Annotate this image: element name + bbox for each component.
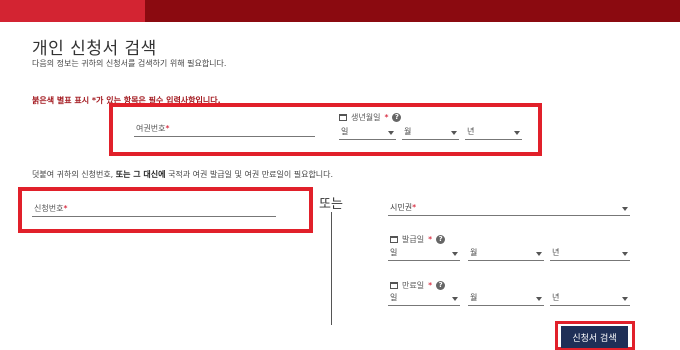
chevron-down-icon [622,252,628,256]
page-title: 개인 신청서 검색 [32,39,157,59]
issue-month-value: 월 [470,248,478,257]
expiry-date-label: 만료일 [402,281,425,290]
required-mark: * [63,204,68,213]
required-mark: * [428,235,433,244]
application-number-label: 신청번호 [34,204,64,213]
chevron-down-icon [452,297,458,301]
or-separator: 또는 [319,197,343,212]
expiry-month-select[interactable]: 월 [468,292,544,306]
issue-year-value: 년 [552,248,560,257]
birth-month-select[interactable]: 월 [402,126,459,140]
issue-day-select[interactable]: 일 [388,247,460,261]
help-icon[interactable]: ? [392,113,402,122]
search-application-button[interactable]: 신청서 검색 [561,326,628,348]
birth-month-value: 월 [404,127,412,136]
issue-day-value: 일 [390,248,398,257]
citizenship-select[interactable]: 시민권* [388,200,630,216]
passport-number-label: 여권번호 [136,124,166,133]
expiry-day-select[interactable]: 일 [388,292,460,306]
passport-number-field[interactable]: 여권번호* [134,122,315,137]
required-mark: * [428,281,433,290]
chevron-down-icon [452,252,458,256]
vertical-divider [331,212,332,325]
birth-day-select[interactable]: 일 [339,126,396,140]
page-subtitle: 다음의 정보는 귀하의 신청서를 검색하기 위해 필요합니다. [32,59,227,68]
application-number-field[interactable]: 신청번호* [32,202,276,217]
chevron-down-icon [451,131,457,135]
birth-date-label: 생년월일 [351,113,381,122]
calendar-icon [390,236,398,243]
citizenship-label: 시민권 [390,203,413,212]
birth-year-select[interactable]: 년 [465,126,522,140]
expiry-date-heading: 만료일 * ? [390,280,446,291]
top-banner [0,0,680,22]
expiry-year-select[interactable]: 년 [550,292,630,306]
issue-date-heading: 발급일 * ? [390,234,446,245]
help-icon[interactable]: ? [436,281,446,290]
help-icon[interactable]: ? [436,235,446,244]
calendar-icon [390,282,398,289]
issue-year-select[interactable]: 년 [550,247,630,261]
top-banner-accent [0,0,145,22]
expiry-day-value: 일 [390,293,398,302]
chevron-down-icon [622,207,628,211]
required-mark: * [412,203,417,212]
chevron-down-icon [388,131,394,135]
chevron-down-icon [536,252,542,256]
birth-day-value: 일 [341,127,349,136]
birth-year-value: 년 [467,127,475,136]
expiry-month-value: 월 [470,293,478,302]
issue-month-select[interactable]: 월 [468,247,544,261]
chevron-down-icon [514,131,520,135]
chevron-down-icon [536,297,542,301]
required-mark: * [384,113,389,122]
chevron-down-icon [622,297,628,301]
birth-date-heading: 생년월일 * ? [339,112,402,123]
issue-date-label: 발급일 [402,235,425,244]
expiry-year-value: 년 [552,293,560,302]
calendar-icon [339,114,347,121]
alternative-info-note: 덧붙여 귀하의 신청번호, 또는 그 대신에 국적과 여권 발급일 및 여권 만… [32,170,334,179]
required-mark: * [165,124,170,133]
